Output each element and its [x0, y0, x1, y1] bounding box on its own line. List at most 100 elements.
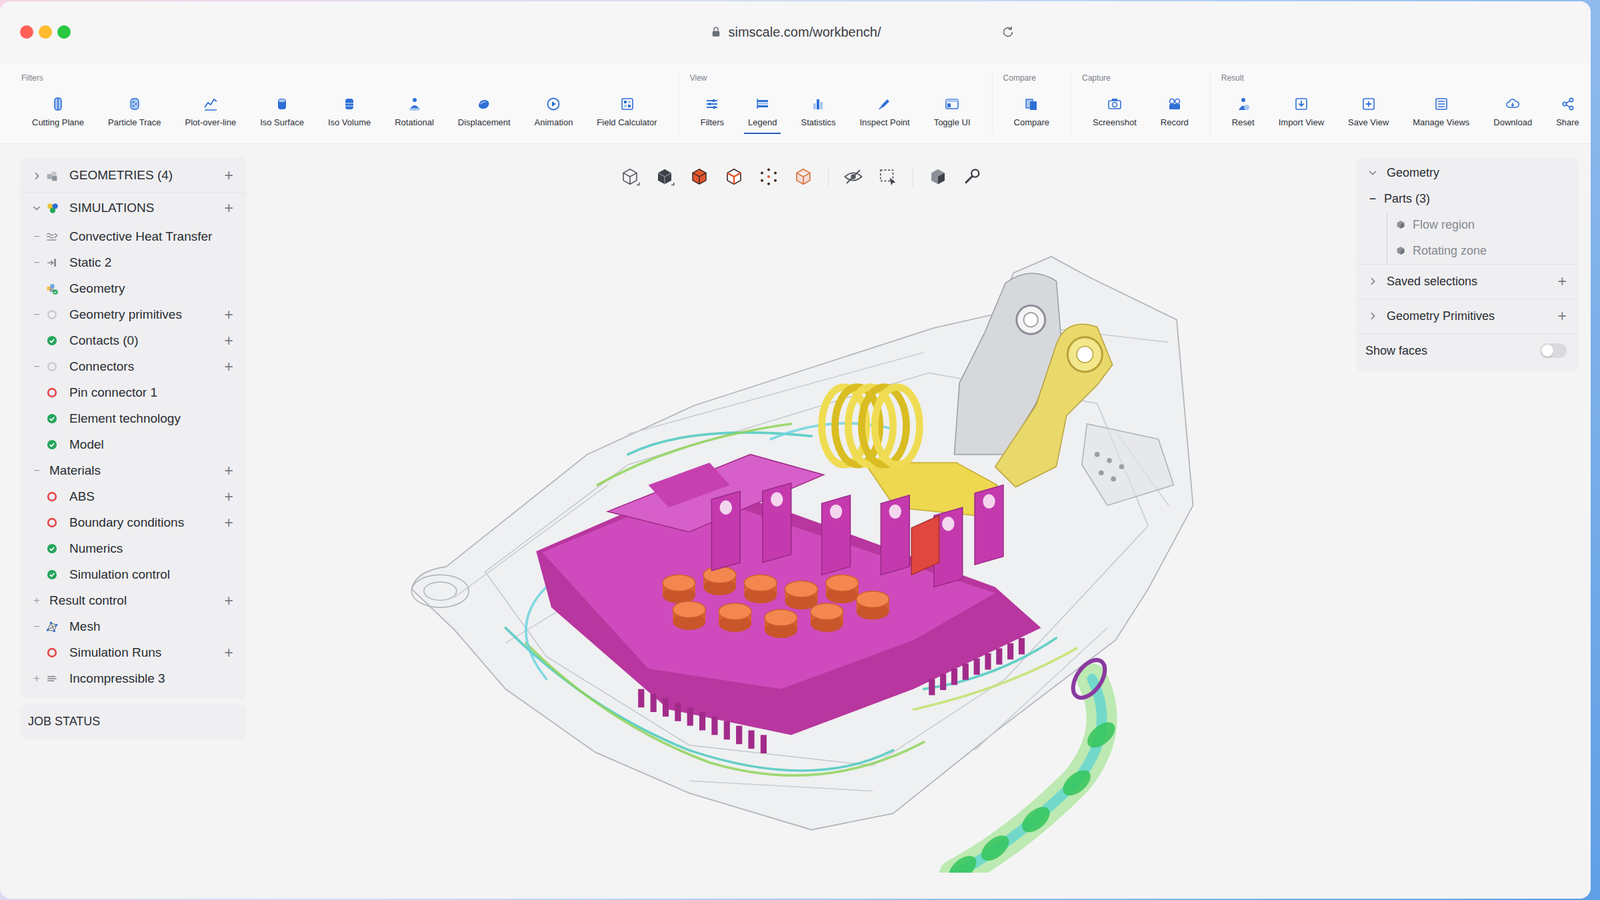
- expand-toggle[interactable]: −: [28, 358, 46, 375]
- tool-button[interactable]: Cutting Plane: [20, 96, 96, 134]
- battery-model-render[interactable]: [393, 245, 1210, 873]
- tree-item[interactable]: −Mesh: [20, 614, 247, 640]
- add-button[interactable]: +: [220, 593, 234, 609]
- dark-cube-icon[interactable]: [928, 166, 948, 187]
- geometry-header[interactable]: Geometry: [1356, 160, 1579, 186]
- points-cube-icon[interactable]: [758, 166, 779, 187]
- add-button[interactable]: +: [220, 489, 234, 505]
- tool-button[interactable]: Share: [1544, 96, 1591, 134]
- expand-toggle[interactable]: −: [28, 228, 46, 245]
- tool-button[interactable]: Field Calculator: [584, 96, 669, 134]
- model-view[interactable]: [393, 245, 1210, 873]
- tool-button[interactable]: Screenshot: [1080, 96, 1149, 134]
- tree-item[interactable]: −Geometry primitives+: [20, 302, 247, 328]
- collapse-toggle[interactable]: −: [1365, 190, 1380, 208]
- expand-toggle[interactable]: −: [28, 254, 46, 271]
- add-button[interactable]: +: [220, 515, 234, 531]
- tool-button[interactable]: Filters: [688, 96, 736, 134]
- tool-button[interactable]: Manage Views: [1400, 96, 1482, 134]
- add-button[interactable]: +: [220, 645, 234, 661]
- camera-icon: [1106, 96, 1123, 112]
- minimize-button[interactable]: [38, 25, 52, 39]
- add-button[interactable]: +: [220, 463, 234, 479]
- tree-item[interactable]: ABS+: [20, 484, 247, 510]
- tool-button[interactable]: Rotational: [382, 96, 446, 134]
- tree-item[interactable]: Pin connector 1: [20, 380, 247, 406]
- tool-button[interactable]: Record: [1148, 96, 1201, 134]
- zoom-button[interactable]: [57, 25, 71, 39]
- tool-button[interactable]: Legend: [736, 96, 789, 134]
- reload-area: [880, 24, 1571, 40]
- add-button[interactable]: +: [220, 200, 234, 216]
- viewport[interactable]: [260, 157, 1343, 900]
- tool-button[interactable]: Iso Surface: [248, 96, 316, 134]
- part-item[interactable]: Flow region: [1387, 212, 1579, 238]
- tool-button[interactable]: Iso Volume: [316, 96, 383, 134]
- tool-button[interactable]: Import View: [1266, 96, 1336, 134]
- expand-toggle[interactable]: +: [28, 592, 46, 609]
- tree-item[interactable]: Simulation control: [20, 562, 247, 588]
- tool-button[interactable]: Particle Trace: [96, 96, 173, 134]
- tree-item[interactable]: −Materials+: [20, 458, 247, 484]
- expand-toggle[interactable]: −: [28, 462, 46, 479]
- tree-item[interactable]: +Incompressible 3: [20, 666, 247, 692]
- panel-section[interactable]: Geometry Primitives+: [1356, 298, 1579, 334]
- toolbar-group: CompareCompare: [992, 72, 1071, 134]
- group-label: Result: [1220, 72, 1591, 84]
- tool-button[interactable]: Toggle UI: [922, 96, 983, 134]
- show-faces-switch[interactable]: [1540, 343, 1567, 358]
- expand-toggle[interactable]: +: [28, 670, 46, 687]
- tool-label: Animation: [530, 116, 578, 134]
- add-button[interactable]: +: [220, 333, 234, 349]
- tree-item[interactable]: Simulation Runs+: [20, 640, 247, 666]
- transparent-cube-icon[interactable]: [793, 166, 814, 187]
- tree-item[interactable]: +Result control+: [20, 588, 247, 614]
- reload-icon[interactable]: [1000, 24, 1016, 40]
- tree-item[interactable]: Element technology: [20, 406, 247, 432]
- tool-button[interactable]: Download: [1481, 96, 1544, 134]
- tree-item[interactable]: Numerics: [20, 536, 247, 562]
- panel-section[interactable]: Saved selections+: [1356, 264, 1579, 299]
- tree-section-header[interactable]: GEOMETRIES (4)+: [20, 160, 247, 192]
- expand-toggle[interactable]: −: [28, 618, 46, 635]
- surface-cube-icon[interactable]: [724, 166, 744, 187]
- parts-row[interactable]: −Parts (3): [1356, 186, 1579, 212]
- expand-toggle[interactable]: −: [28, 306, 46, 323]
- tool-button[interactable]: Plot-over-line: [173, 96, 249, 134]
- tree-item[interactable]: −Connectors+: [20, 354, 247, 380]
- surface-edges-cube-icon[interactable]: [689, 166, 710, 187]
- tool-button[interactable]: Save View: [1336, 96, 1401, 134]
- tree-item[interactable]: Geometry: [20, 276, 247, 302]
- tool-label: Toggle UI: [930, 116, 975, 134]
- add-button[interactable]: +: [1558, 274, 1567, 290]
- solid-cube-icon[interactable]: [654, 166, 675, 187]
- box-select-icon[interactable]: [878, 166, 898, 187]
- tree-item[interactable]: Model: [20, 432, 247, 458]
- hide-eye-icon[interactable]: [843, 166, 864, 187]
- tree-item[interactable]: −Convective Heat Transfer: [20, 224, 247, 250]
- tool-button[interactable]: Reset: [1220, 96, 1267, 134]
- tool-row: FiltersLegendStatisticsInspect Point Togg…: [688, 96, 983, 134]
- wireframe-cube-icon[interactable]: [620, 166, 640, 187]
- job-status-label: JOB STATUS: [28, 714, 100, 728]
- part-item[interactable]: Rotating zone: [1387, 238, 1579, 264]
- tool-label: Screenshot: [1088, 116, 1141, 134]
- add-button[interactable]: +: [1558, 308, 1567, 324]
- tree-section-header[interactable]: SIMULATIONS+: [20, 192, 247, 224]
- add-button[interactable]: +: [220, 168, 234, 184]
- tree-item[interactable]: Contacts (0)+: [20, 328, 247, 354]
- job-status-panel[interactable]: JOB STATUS: [20, 704, 247, 740]
- address-bar[interactable]: simscale.com/workbench/: [710, 22, 882, 42]
- tree-item[interactable]: Boundary conditions+: [20, 510, 247, 536]
- tool-button[interactable]: Statistics: [788, 96, 848, 134]
- close-button[interactable]: [20, 25, 34, 39]
- right-panel: Geometry−Parts (3)Flow regionRotating zo…: [1356, 157, 1579, 372]
- tree-item[interactable]: −Static 2: [20, 250, 247, 276]
- tool-button[interactable]: Displacement: [446, 96, 523, 134]
- tool-button[interactable]: Animation: [522, 96, 586, 134]
- add-button[interactable]: +: [220, 359, 234, 375]
- probe-tool-icon[interactable]: [962, 166, 983, 187]
- add-button[interactable]: +: [220, 307, 234, 323]
- tool-button[interactable]: Inspect Point: [847, 96, 922, 134]
- tool-button[interactable]: Compare: [1002, 96, 1062, 134]
